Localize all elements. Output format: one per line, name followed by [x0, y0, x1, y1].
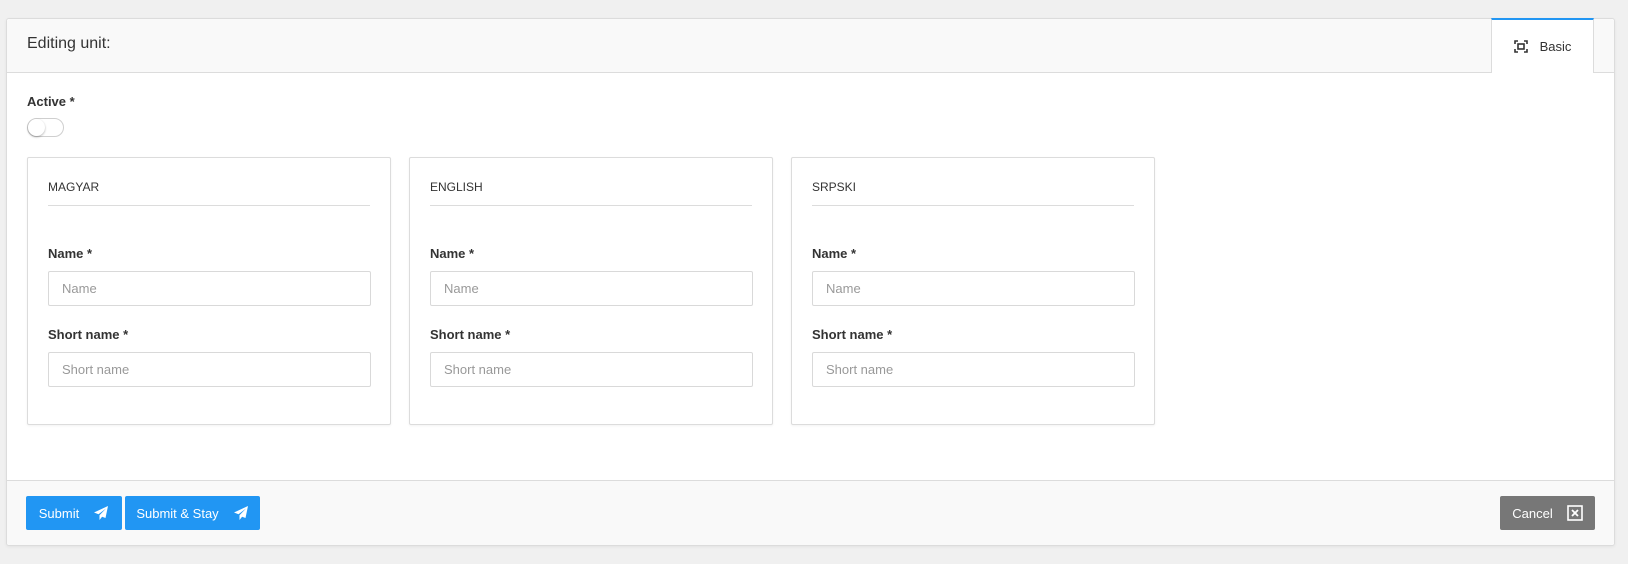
cancel-label: Cancel	[1512, 505, 1553, 521]
cancel-button[interactable]: Cancel	[1500, 496, 1595, 530]
short-name-input[interactable]	[48, 352, 371, 387]
divider	[48, 205, 370, 206]
close-box-icon	[1566, 505, 1583, 521]
divider	[430, 205, 752, 206]
card-title: SRPSKI	[812, 180, 857, 194]
active-label: Active *	[27, 94, 75, 109]
name-label: Name *	[48, 246, 93, 261]
page-title: Editing unit:	[27, 35, 111, 52]
active-toggle[interactable]	[27, 118, 64, 137]
short-name-input[interactable]	[812, 352, 1135, 387]
short-name-label: Short name *	[430, 327, 511, 342]
language-card-magyar: MAGYAR Name * Short name *	[27, 157, 391, 425]
divider	[812, 205, 1134, 206]
short-name-label: Short name *	[48, 327, 129, 342]
language-card-srpski: SRPSKI Name * Short name *	[791, 157, 1155, 425]
language-card-english: ENGLISH Name * Short name *	[409, 157, 773, 425]
tab-basic[interactable]: Basic	[1491, 18, 1594, 73]
short-name-input[interactable]	[430, 352, 753, 387]
name-label: Name *	[812, 246, 857, 261]
paper-plane-icon	[94, 506, 109, 520]
card-title: ENGLISH	[430, 180, 483, 194]
submit-and-stay-label: Submit & Stay	[136, 505, 219, 521]
name-input[interactable]	[812, 271, 1135, 306]
toggle-knob	[28, 119, 45, 136]
paper-plane-icon	[233, 506, 248, 520]
submit-and-stay-button[interactable]: Submit & Stay	[125, 496, 260, 530]
submit-label: Submit	[38, 505, 80, 521]
edit-unit-panel: Editing unit: Basic Active * MAGYAR Name…	[6, 18, 1615, 546]
tab-label: Basic	[1539, 39, 1572, 54]
fullscreen-icon	[1513, 40, 1528, 53]
card-title: MAGYAR	[48, 180, 100, 194]
panel-header: Editing unit: Basic	[7, 18, 1614, 73]
short-name-label: Short name *	[812, 327, 893, 342]
name-label: Name *	[430, 246, 475, 261]
name-input[interactable]	[48, 271, 371, 306]
panel-footer: Submit Submit & Stay Cancel	[7, 480, 1614, 545]
submit-button[interactable]: Submit	[26, 496, 122, 530]
name-input[interactable]	[430, 271, 753, 306]
